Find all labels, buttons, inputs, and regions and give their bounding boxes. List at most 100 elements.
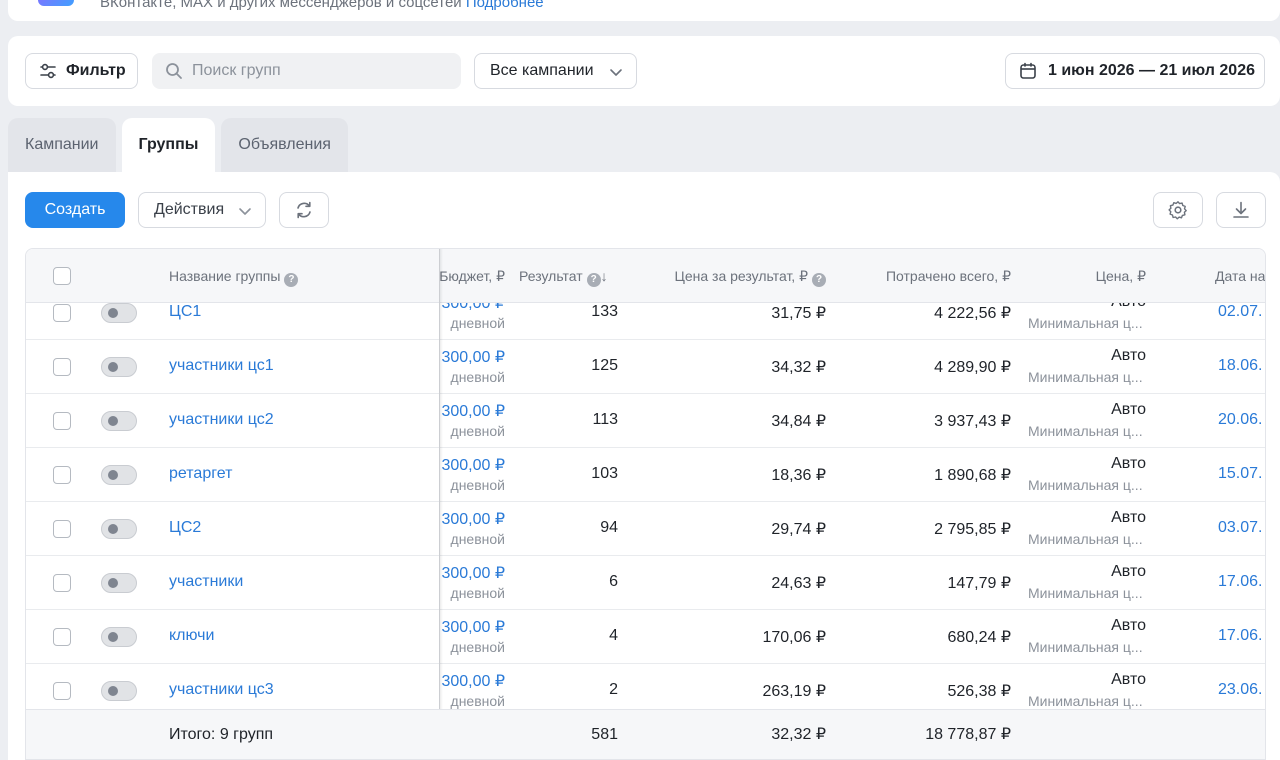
column-result-header[interactable]: Результат? ↓ — [519, 249, 608, 303]
column-result-label: Результат — [519, 268, 583, 284]
start-date-link[interactable]: 20.06. — [1218, 411, 1262, 429]
table-row[interactable]: участники 300,00 ₽ дневной 6 24,63 ₽ 147,79 ₽… — [26, 556, 1265, 610]
price-strategy: Минимальная ц... — [1028, 477, 1143, 493]
group-name-link[interactable]: участники цс1 — [169, 357, 274, 375]
group-name-link[interactable]: ЦС2 — [169, 519, 201, 537]
actions-label: Действия — [154, 201, 225, 218]
info-banner: ВКонтакте, MAX и других мессенджеров и с… — [8, 0, 1280, 21]
filter-label: Фильтр — [66, 62, 126, 79]
search-input[interactable] — [192, 62, 442, 80]
frozen-column-shadow — [439, 249, 443, 709]
table-row[interactable]: ретаргет 300,00 ₽ дневной 103 18,36 ₽ 1 890,6… — [26, 448, 1265, 502]
row-status-toggle[interactable] — [101, 303, 137, 323]
price-mode: Авто — [1111, 455, 1146, 472]
select-all-checkbox[interactable] — [53, 267, 71, 285]
row-checkbox[interactable] — [53, 682, 71, 700]
budget-value[interactable]: 300,00 ₽ — [406, 617, 505, 637]
budget-value[interactable]: 300,00 ₽ — [406, 509, 505, 529]
create-button[interactable]: Создать — [25, 192, 125, 228]
sort-desc-icon[interactable]: ↓ — [601, 268, 608, 284]
actions-dropdown[interactable]: Действия — [138, 192, 266, 228]
budget-value[interactable]: 300,00 ₽ — [406, 347, 505, 367]
table-row[interactable]: участники цс3 300,00 ₽ дневной 2 263,19 ₽ 526… — [26, 664, 1265, 709]
column-date-header[interactable]: Дата на — [1215, 249, 1265, 303]
price-mode: Авто — [1111, 401, 1146, 418]
search-box[interactable] — [152, 53, 461, 89]
table-settings-button[interactable] — [1153, 192, 1203, 228]
row-checkbox[interactable] — [53, 628, 71, 646]
gear-icon — [1168, 201, 1187, 220]
row-checkbox[interactable] — [53, 358, 71, 376]
refresh-button[interactable] — [279, 192, 329, 228]
column-date-label: Дата на — [1215, 268, 1266, 284]
filter-button[interactable]: Фильтр — [25, 53, 138, 89]
row-checkbox[interactable] — [53, 574, 71, 592]
start-date-link[interactable]: 17.06. — [1218, 627, 1262, 645]
refresh-icon — [297, 201, 311, 219]
price-per-result-value: 170,06 ₽ — [762, 629, 826, 646]
tab-campaigns[interactable]: Кампании — [8, 118, 116, 172]
group-name-link[interactable]: участники — [169, 573, 243, 591]
column-name-header[interactable]: Название группы? — [169, 249, 299, 303]
row-status-toggle[interactable] — [101, 681, 137, 701]
start-date-link[interactable]: 23.06. — [1218, 681, 1262, 699]
date-range-button[interactable]: 1 июн 2026 — 21 июл 2026 — [1005, 53, 1265, 89]
column-spent-header[interactable]: Потрачено всего, ₽ — [846, 249, 1011, 303]
help-icon[interactable]: ? — [586, 273, 601, 287]
help-icon[interactable]: ? — [284, 273, 299, 287]
start-date-link[interactable]: 17.06. — [1218, 573, 1262, 591]
help-icon[interactable]: ? — [812, 273, 826, 287]
budget-type: дневной — [450, 477, 505, 493]
spent-value: 526,38 ₽ — [947, 683, 1011, 700]
row-status-toggle[interactable] — [101, 519, 137, 539]
budget-value[interactable]: 300,00 ₽ — [406, 401, 505, 421]
result-value: 4 — [609, 627, 618, 644]
start-date-link[interactable]: 18.06. — [1218, 357, 1262, 375]
row-status-toggle[interactable] — [101, 465, 137, 485]
column-price-header[interactable]: Цена, ₽ — [1046, 249, 1146, 303]
row-status-toggle[interactable] — [101, 411, 137, 431]
banner-text: ВКонтакте, MAX и других мессенджеров и с… — [100, 0, 544, 11]
row-checkbox[interactable] — [53, 304, 71, 322]
budget-value[interactable]: 300,00 ₽ — [406, 671, 505, 691]
row-status-toggle[interactable] — [101, 357, 137, 377]
banner-more-link[interactable]: Подробнее — [466, 0, 544, 11]
budget-value[interactable]: 300,00 ₽ — [406, 455, 505, 475]
tab-bar: Кампании Группы Объявления — [8, 118, 354, 172]
table-row[interactable]: ЦС2 300,00 ₽ дневной 94 29,74 ₽ 2 795,85 ₽ Авт… — [26, 502, 1265, 556]
table-row[interactable]: участники цс2 300,00 ₽ дневной 113 34,84 ₽ 3 … — [26, 394, 1265, 448]
row-status-toggle[interactable] — [101, 573, 137, 593]
column-price-per-result-header[interactable]: Цена за результат, ₽? — [626, 249, 826, 303]
group-name-link[interactable]: ретаргет — [169, 465, 232, 483]
budget-value[interactable]: 300,00 ₽ — [406, 303, 505, 313]
chevron-down-icon — [610, 69, 622, 76]
price-strategy: Минимальная ц... — [1028, 315, 1143, 331]
budget-type: дневной — [450, 639, 505, 655]
column-name-label: Название группы — [169, 268, 281, 284]
campaign-select[interactable]: Все кампании — [474, 53, 637, 89]
download-button[interactable] — [1216, 192, 1266, 228]
start-date-link[interactable]: 15.07. — [1218, 465, 1262, 483]
group-name-link[interactable]: участники цс3 — [169, 681, 274, 699]
sliders-icon — [40, 63, 56, 79]
price-mode: Авто — [1046, 303, 1146, 311]
table-row[interactable]: участники цс1 300,00 ₽ дневной 125 34,32 ₽ 4 … — [26, 340, 1265, 394]
budget-value[interactable]: 300,00 ₽ — [406, 563, 505, 583]
row-checkbox[interactable] — [53, 520, 71, 538]
tab-groups[interactable]: Группы — [121, 118, 216, 172]
row-checkbox[interactable] — [53, 466, 71, 484]
tab-ads[interactable]: Объявления — [221, 118, 348, 172]
table-row[interactable]: ключи 300,00 ₽ дневной 4 170,06 ₽ 680,24 ₽ Авт… — [26, 610, 1265, 664]
row-checkbox[interactable] — [53, 412, 71, 430]
spent-value: 680,24 ₽ — [947, 629, 1011, 646]
group-name-link[interactable]: ЦС1 — [169, 303, 201, 321]
budget-type: дневной — [450, 585, 505, 601]
start-date-link[interactable]: 02.07. — [1218, 303, 1262, 321]
row-status-toggle[interactable] — [101, 627, 137, 647]
price-per-result-value: 34,84 ₽ — [771, 413, 826, 430]
start-date-link[interactable]: 03.07. — [1218, 519, 1262, 537]
price-mode: Авто — [1111, 617, 1146, 634]
group-name-link[interactable]: участники цс2 — [169, 411, 274, 429]
group-name-link[interactable]: ключи — [169, 627, 214, 645]
table-row[interactable]: ЦС1 300,00 ₽ дневной 133 31,75 ₽ 4 222,56 ₽ Ав… — [26, 303, 1265, 340]
